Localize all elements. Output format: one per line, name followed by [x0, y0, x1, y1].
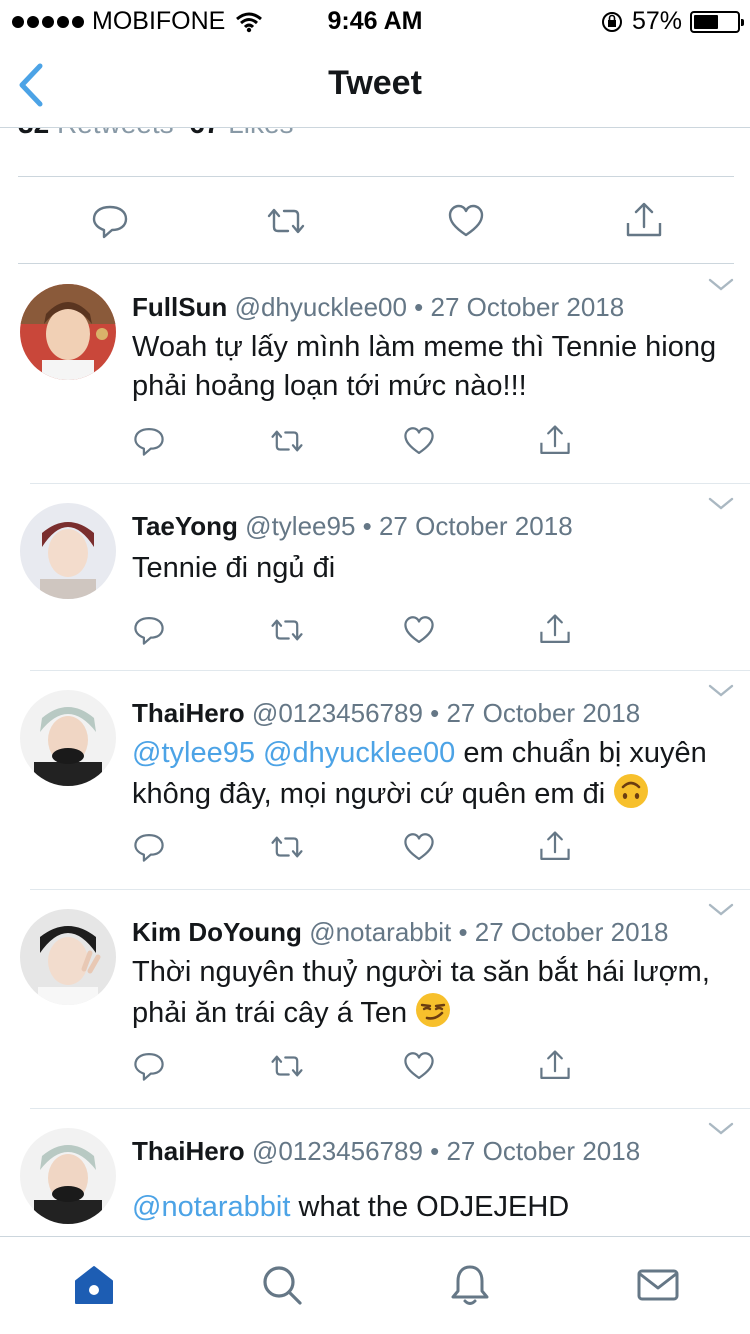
- like-heart-icon[interactable]: [446, 201, 486, 241]
- reply-icon[interactable]: [132, 1049, 166, 1083]
- retweet-icon[interactable]: [270, 830, 304, 864]
- retweet-icon[interactable]: [266, 201, 306, 241]
- reply-actions: [132, 1049, 592, 1085]
- reply-text: Thời nguyên thuỷ người ta săn bắt hái lư…: [132, 953, 732, 1033]
- avatar[interactable]: [20, 1128, 116, 1224]
- like-heart-icon[interactable]: [402, 830, 436, 864]
- retweet-icon[interactable]: [270, 1049, 304, 1083]
- reply-header: FullSun @dhyucklee00 • 27 October 2018: [132, 292, 624, 323]
- reply-item[interactable]: TaeYong @tylee95 • 27 October 2018 Tenni…: [0, 483, 750, 671]
- share-icon[interactable]: [538, 830, 572, 864]
- upside-down-face-emoji-icon: [614, 774, 649, 808]
- display-name[interactable]: Kim DoYoung: [132, 917, 302, 947]
- battery-icon: [690, 10, 744, 33]
- reply-header: ThaiHero @0123456789 • 27 October 2018: [132, 698, 640, 729]
- reply-text-body: Tennie đi ngủ đi: [132, 552, 336, 584]
- reply-text: Woah tự lấy mình làm meme thì Tennie hio…: [132, 328, 732, 406]
- like-heart-icon[interactable]: [402, 1049, 436, 1083]
- chevron-down-icon[interactable]: [708, 903, 734, 917]
- nav-bar: Tweet: [0, 40, 750, 128]
- handle-date: @tylee95 • 27 October 2018: [245, 511, 573, 541]
- smirking-face-emoji-icon: [416, 993, 451, 1027]
- like-heart-icon[interactable]: [402, 424, 436, 458]
- share-icon[interactable]: [538, 1049, 572, 1083]
- status-right-group: 57%: [600, 7, 744, 36]
- mention-link[interactable]: @notarabbit: [132, 1191, 290, 1223]
- reply-item[interactable]: ThaiHero @0123456789 • 27 October 2018 @…: [0, 670, 750, 890]
- notifications-icon[interactable]: [448, 1263, 492, 1307]
- like-heart-icon[interactable]: [402, 613, 436, 647]
- chevron-down-icon[interactable]: [708, 1122, 734, 1136]
- home-icon[interactable]: [72, 1263, 116, 1307]
- search-icon[interactable]: [260, 1263, 304, 1307]
- handle-date: @notarabbit • 27 October 2018: [309, 917, 669, 947]
- avatar[interactable]: [20, 503, 116, 599]
- orientation-lock-icon: [601, 11, 622, 32]
- handle-date: @0123456789 • 27 October 2018: [251, 698, 641, 728]
- reply-text-body: what the ODJEJEHD: [290, 1191, 570, 1223]
- avatar[interactable]: [20, 284, 116, 380]
- page-title: Tweet: [328, 64, 422, 102]
- reply-text: Tennie đi ngủ đi: [132, 549, 732, 588]
- main-tweet-actions: [18, 176, 734, 264]
- reply-header: ThaiHero @0123456789 • 27 October 2018: [132, 1136, 640, 1167]
- retweet-icon[interactable]: [270, 613, 304, 647]
- reply-actions: [132, 830, 592, 866]
- reply-header: TaeYong @tylee95 • 27 October 2018: [132, 511, 573, 542]
- avatar[interactable]: [20, 909, 116, 1005]
- avatar[interactable]: [20, 690, 116, 786]
- reply-text-body: Woah tự lấy mình làm meme thì Tennie hio…: [132, 331, 717, 402]
- reply-actions: [132, 613, 592, 649]
- reply-text: @notarabbit what the ODJEJEHD: [132, 1188, 732, 1227]
- chevron-down-icon[interactable]: [708, 497, 734, 511]
- display-name[interactable]: TaeYong: [132, 511, 238, 541]
- reply-item[interactable]: Kim DoYoung @notarabbit • 27 October 201…: [0, 889, 750, 1109]
- display-name[interactable]: FullSun: [132, 292, 227, 322]
- reply-header: Kim DoYoung @notarabbit • 27 October 201…: [132, 917, 668, 948]
- status-bar: MOBIFONE 9:46 AM 57%: [0, 0, 750, 40]
- display-name[interactable]: ThaiHero: [132, 1136, 245, 1166]
- display-name[interactable]: ThaiHero: [132, 698, 245, 728]
- reply-text: @tylee95 @dhyucklee00 em chuẩn bị xuyên …: [132, 734, 732, 814]
- retweet-icon[interactable]: [270, 424, 304, 458]
- reply-icon[interactable]: [132, 830, 166, 864]
- mention-link[interactable]: @tylee95 @dhyucklee00: [132, 737, 455, 769]
- share-icon[interactable]: [538, 424, 572, 458]
- reply-item[interactable]: ThaiHero @0123456789 • 27 October 2018 @…: [0, 1108, 750, 1236]
- reply-icon[interactable]: [132, 424, 166, 458]
- chevron-down-icon[interactable]: [708, 278, 734, 292]
- messages-icon[interactable]: [636, 1263, 680, 1307]
- reply-icon[interactable]: [90, 201, 130, 241]
- handle-date: @dhyucklee00 • 27 October 2018: [234, 292, 625, 322]
- share-icon[interactable]: [538, 613, 572, 647]
- battery-percent: 57%: [631, 7, 682, 35]
- share-icon[interactable]: [624, 201, 664, 241]
- reply-icon[interactable]: [132, 613, 166, 647]
- reply-actions: [132, 424, 592, 460]
- handle-date: @0123456789 • 27 October 2018: [251, 1136, 641, 1166]
- chevron-down-icon[interactable]: [708, 684, 734, 698]
- reply-item[interactable]: FullSun @dhyucklee00 • 27 October 2018 W…: [0, 264, 750, 484]
- tab-bar: [0, 1236, 750, 1334]
